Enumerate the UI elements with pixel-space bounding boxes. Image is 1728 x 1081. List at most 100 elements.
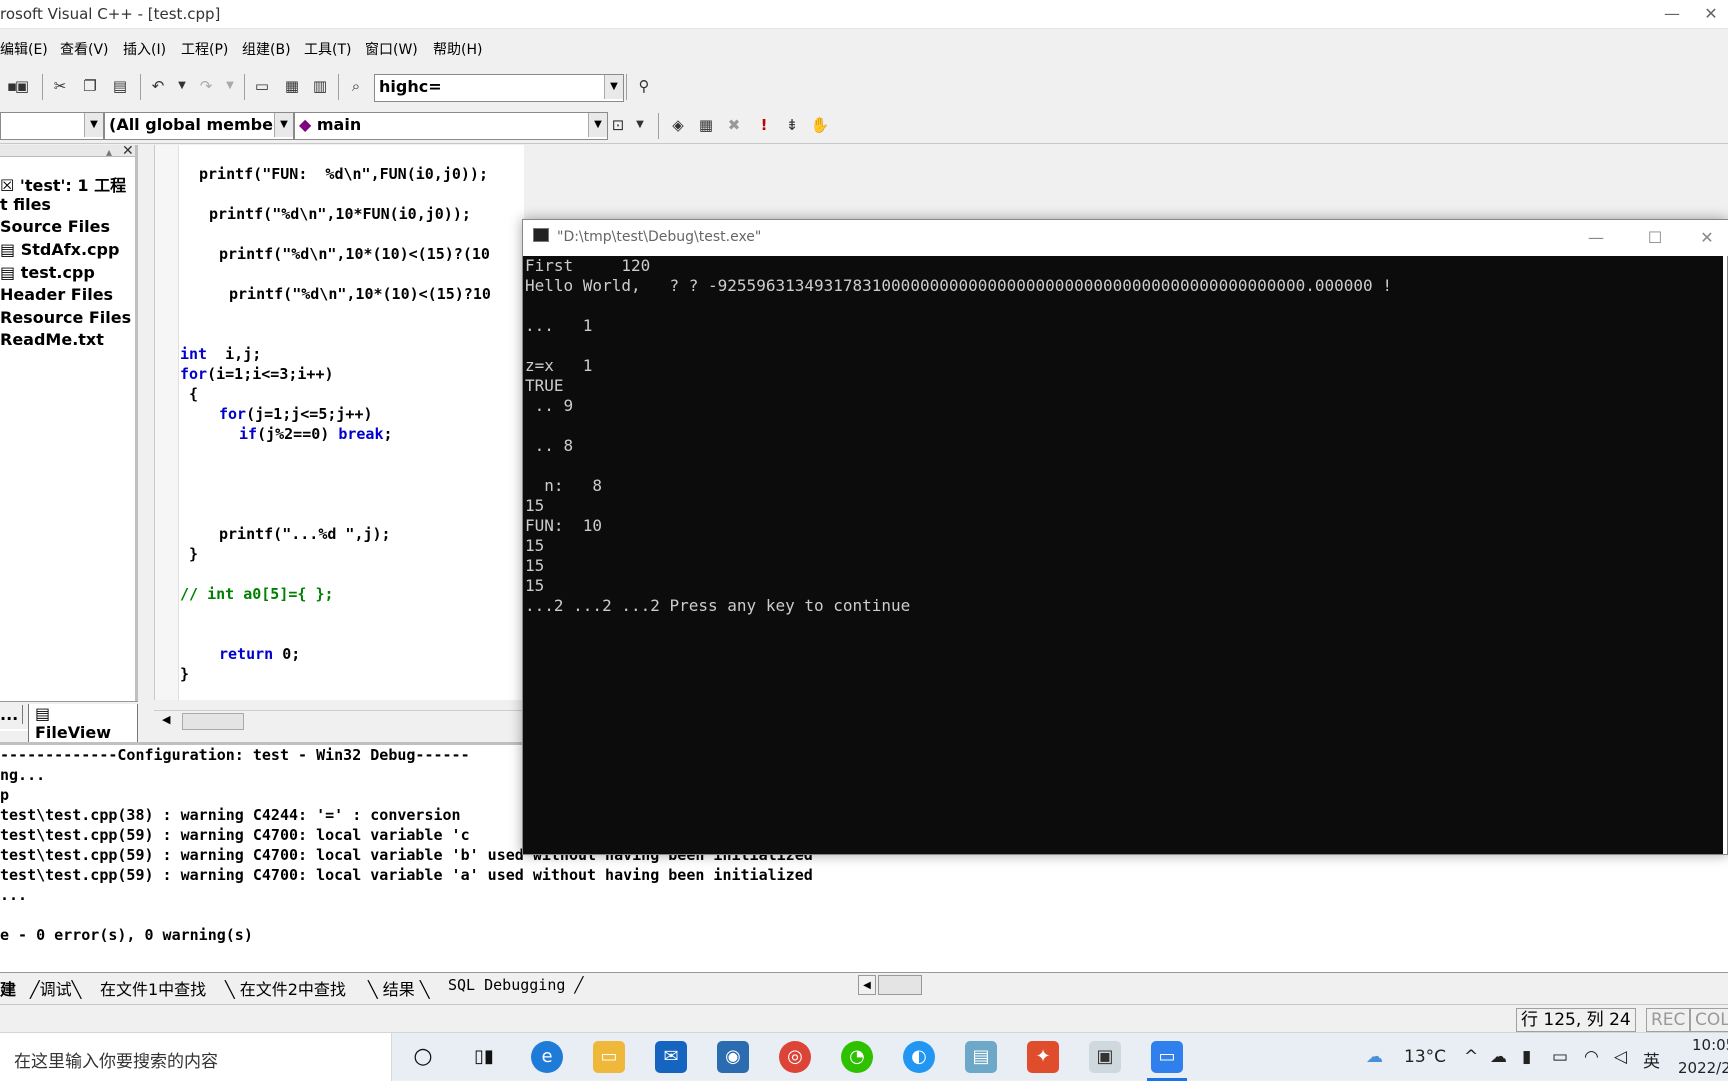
paste-icon[interactable]: ▤ [108, 74, 132, 98]
tab-debug[interactable]: ╱调试╲ [30, 976, 81, 1000]
notepad-icon[interactable]: ▤ [965, 1041, 997, 1073]
menu-view[interactable]: 查看(V) [60, 39, 109, 59]
function-combo-value: main [316, 115, 362, 134]
output-scroll-thumb[interactable] [878, 975, 922, 995]
save-all-icon[interactable]: ▣ [10, 74, 34, 98]
find-in-files-icon[interactable]: ⌕ [344, 74, 368, 98]
rec-indicator: REC [1646, 1008, 1691, 1032]
menu-build[interactable]: 组建(B) [242, 39, 291, 59]
function-combo[interactable]: ◆ main ▼ [294, 112, 608, 140]
file-icon: ▤ [0, 240, 21, 259]
chrome-icon[interactable]: ◎ [779, 1041, 811, 1073]
tab-sql-debugging[interactable]: SQL Debugging ╱ [448, 976, 583, 994]
copy-icon[interactable]: ❐ [78, 74, 102, 98]
tab-find-in-files-1[interactable]: 在文件1中查找 [100, 976, 206, 1000]
tree-item-test-cpp[interactable]: ▤ test.cpp [0, 263, 95, 282]
class-combo[interactable]: ▼ [0, 112, 104, 140]
cut-icon[interactable]: ✂ [48, 74, 72, 98]
go-icon[interactable]: ⇟ [780, 113, 804, 137]
onedrive-icon[interactable]: ☁ [1490, 1047, 1507, 1067]
browser-icon[interactable]: ◐ [903, 1041, 935, 1073]
weather-temp[interactable]: 13°C [1404, 1047, 1446, 1067]
console-close-button[interactable]: ✕ [1685, 224, 1728, 252]
console-window[interactable]: "D:\tmp\test\Debug\test.exe" — ☐ ✕ First… [522, 219, 1728, 855]
clock-date[interactable]: 2022/2 [1678, 1059, 1728, 1077]
chevron-down-icon[interactable]: ▼ [588, 113, 607, 137]
menu-insert[interactable]: 插入(I) [123, 39, 166, 59]
tree-item-files[interactable]: t files [0, 195, 51, 214]
tab-build[interactable]: 建 [0, 976, 16, 1000]
window-list-icon[interactable]: ▥ [308, 74, 332, 98]
find-icon[interactable]: ⚲ [632, 74, 656, 98]
wifi-icon[interactable]: ◠ [1584, 1047, 1599, 1067]
wizard-action-icon[interactable]: ⊡ [606, 113, 630, 137]
menu-project[interactable]: 工程(P) [181, 39, 228, 59]
close-window-button[interactable]: ✕ [1694, 0, 1728, 28]
menu-edit[interactable]: 编辑(E) [0, 39, 48, 59]
menu-tools[interactable]: 工具(T) [304, 39, 351, 59]
visual-cpp-icon[interactable]: ▣ [1089, 1041, 1121, 1073]
clock-time[interactable]: 10:05 [1692, 1036, 1728, 1054]
console-app-icon[interactable]: ▭ [1151, 1041, 1183, 1073]
ime-indicator[interactable]: 英 [1643, 1047, 1660, 1072]
chevron-down-icon[interactable]: ▼ [84, 113, 103, 137]
stop-build-icon[interactable]: ✖ [722, 113, 746, 137]
menu-window[interactable]: 窗口(W) [365, 39, 418, 59]
wizard-action-dropdown-icon[interactable]: ▼ [628, 113, 652, 137]
scroll-left-icon[interactable]: ◀ [858, 975, 876, 995]
taskbar-search-box[interactable]: 在这里输入你要搜索的内容 [0, 1033, 392, 1081]
menu-help[interactable]: 帮助(H) [433, 39, 482, 59]
microphone-icon[interactable]: ▮ [1522, 1047, 1531, 1067]
scroll-thumb[interactable] [182, 713, 244, 730]
editor-horizontal-scrollbar[interactable]: ◀ [154, 710, 524, 732]
tab-classview[interactable]: ... [0, 705, 24, 724]
pane-float-icon[interactable]: ▴ [106, 145, 112, 159]
tray-chevron-up-icon[interactable]: ^ [1464, 1047, 1478, 1067]
tree-item-readme[interactable]: ReadMe.txt [0, 330, 104, 349]
pane-close-icon[interactable]: ✕ [122, 143, 134, 159]
tree-item-source-files[interactable]: Source Files [0, 217, 110, 236]
wechat-icon[interactable]: ◔ [841, 1041, 873, 1073]
minimize-button[interactable]: — [1650, 0, 1694, 28]
undo-dropdown-icon[interactable]: ▼ [170, 74, 194, 98]
wizard-bar: ▼ (All global members ▼ ◆ main ▼ ⊡ ▼ ◈ ▦… [0, 108, 1728, 144]
scroll-left-icon[interactable]: ◀ [162, 713, 170, 726]
undo-icon[interactable]: ↶ [146, 74, 170, 98]
build-icon[interactable]: ▦ [694, 113, 718, 137]
console-maximize-button[interactable]: ☐ [1633, 224, 1677, 252]
edge-icon[interactable]: e [531, 1041, 563, 1073]
output-line: p [0, 786, 10, 804]
tab-fileview[interactable]: ▤ FileView [28, 704, 138, 743]
execute-icon[interactable]: ! [752, 113, 776, 137]
tab-results[interactable]: ╲ 结果 ╲ [368, 976, 429, 1000]
task-view-icon[interactable]: ▯▮ [468, 1041, 500, 1073]
compile-icon[interactable]: ◈ [666, 113, 690, 137]
tree-item-stdafx[interactable]: ▤ StdAfx.cpp [0, 240, 119, 259]
console-minimize-button[interactable]: — [1574, 224, 1618, 252]
breakpoint-hand-icon[interactable]: ✋ [808, 113, 832, 137]
redo-icon[interactable]: ↷ [194, 74, 218, 98]
chevron-down-icon[interactable]: ▼ [274, 113, 293, 137]
mail-icon[interactable]: ✉ [655, 1041, 687, 1073]
tree-item-resource-files[interactable]: Resource Files [0, 308, 131, 327]
output-line: test\test.cpp(59) : warning C4700: local… [0, 826, 470, 844]
workspace-icon[interactable]: ▭ [250, 74, 274, 98]
output-window-icon[interactable]: ▦ [280, 74, 304, 98]
redo-dropdown-icon[interactable]: ▼ [218, 74, 242, 98]
colorful-app-icon[interactable]: ✦ [1027, 1041, 1059, 1073]
dell-app-icon[interactable]: ◉ [717, 1041, 749, 1073]
find-combo[interactable]: highc= ▼ [374, 74, 624, 102]
window-title: rosoft Visual C++ - [test.cpp] [0, 5, 221, 23]
volume-icon[interactable]: ◁ [1614, 1047, 1627, 1067]
cortana-icon[interactable]: ○ [407, 1041, 439, 1073]
tab-find-in-files-2[interactable]: ╲ 在文件2中查找 [225, 976, 346, 1000]
tree-item-header-files[interactable]: Header Files [0, 285, 113, 304]
code-editor[interactable]: printf("FUN: %d\n",FUN(i0,j0)); printf("… [154, 145, 524, 700]
chevron-down-icon[interactable]: ▼ [604, 75, 623, 99]
console-output[interactable]: First 120 Hello World, ? ? -925596313493… [523, 256, 1723, 854]
tree-item-workspace[interactable]: ☒ 'test': 1 工程 [0, 172, 126, 196]
file-explorer-icon[interactable]: ▭ [593, 1041, 625, 1073]
battery-icon[interactable]: ▭ [1552, 1047, 1568, 1067]
scope-combo[interactable]: (All global members ▼ [104, 112, 294, 140]
weather-icon[interactable]: ☁ [1366, 1047, 1383, 1067]
